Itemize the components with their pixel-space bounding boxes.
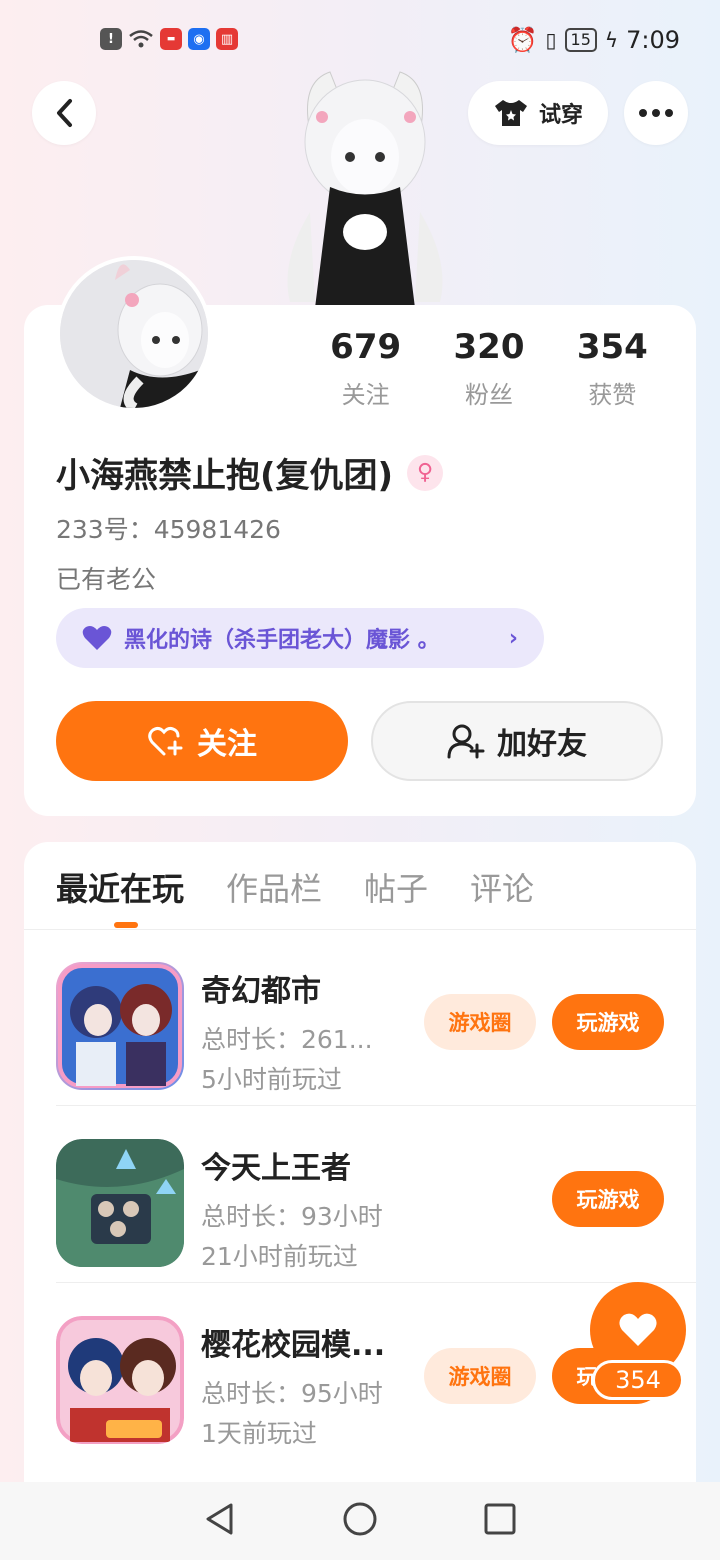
more-dot-icon	[639, 109, 647, 117]
nickname: 小海燕禁止抱(复仇团)	[56, 456, 394, 496]
stats-row: 679 关注 320 粉丝 354 获赞	[304, 327, 674, 410]
add-friend-label: 加好友	[497, 727, 587, 762]
nav-back-button[interactable]	[203, 1501, 237, 1541]
try-on-label: 试穿	[538, 103, 583, 128]
tab-comments[interactable]: 评论	[470, 864, 534, 910]
more-options-button[interactable]	[624, 81, 688, 145]
row-divider	[56, 1105, 696, 1106]
nickname-row: 小海燕禁止抱(复仇团) ♀	[56, 448, 444, 497]
stat-value: 354	[576, 327, 648, 367]
more-dot-icon	[665, 109, 673, 117]
signature: 已有老公	[56, 565, 157, 594]
app-notification-icon: ▬	[160, 28, 182, 50]
heart-plus-icon	[148, 726, 183, 756]
tab-works[interactable]: 作品栏	[226, 864, 322, 910]
game-row[interactable]: 奇幻都市 总时长：261... 5小时前玩过 游戏圈 玩游戏	[56, 930, 696, 1106]
battery-level: 15	[564, 28, 597, 52]
bulb-icon: ◉	[188, 28, 210, 50]
stat-label: 获赞	[588, 381, 637, 409]
game-playtime: 总时长：261...	[201, 1025, 373, 1054]
tab-recently-played[interactable]: 最近在玩	[56, 864, 184, 910]
back-arrow-icon	[57, 99, 72, 127]
triangle-back-icon	[206, 1503, 233, 1535]
tab-bar: 最近在玩 作品栏 帖子 评论	[56, 864, 534, 910]
try-on-button[interactable]: 试穿	[468, 81, 608, 145]
book-icon: ▥	[216, 28, 238, 50]
stat-label: 关注	[341, 381, 390, 409]
game-playtime: 总时长：93小时	[201, 1202, 383, 1231]
system-nav-bar	[0, 1482, 720, 1560]
follow-button[interactable]: 关注	[56, 701, 348, 781]
game-name: 今天上王者	[201, 1151, 351, 1186]
add-user-icon	[447, 724, 485, 759]
active-tab-indicator	[114, 922, 138, 928]
nav-home-button[interactable]	[342, 1501, 378, 1541]
game-circle-button[interactable]: 游戏圈	[424, 1348, 536, 1404]
game-last-played: 1天前玩过	[201, 1419, 317, 1448]
alert-icon: !	[100, 28, 122, 50]
follow-label: 关注	[197, 727, 257, 762]
circle-home-icon	[343, 1502, 377, 1536]
stat-label: 粉丝	[464, 381, 513, 409]
game-name: 樱花校园模...	[201, 1328, 386, 1363]
female-gender-icon: ♀	[407, 454, 444, 491]
chevron-right-icon: ›	[508, 625, 518, 651]
stat-following[interactable]: 679 关注	[304, 327, 427, 410]
avatar-model-image	[270, 62, 460, 308]
play-game-button[interactable]: 玩游戏	[552, 1171, 664, 1227]
game-last-played: 21小时前玩过	[201, 1242, 358, 1271]
stat-likes[interactable]: 354 获赞	[551, 327, 674, 410]
stat-value: 320	[453, 327, 525, 367]
relationship-label: 黑化的诗（杀手团老大）魔影 。	[124, 628, 440, 653]
charging-icon: ϟ	[604, 28, 619, 52]
row-divider	[56, 1282, 696, 1283]
add-friend-button[interactable]: 加好友	[371, 701, 663, 781]
like-count-badge: 354	[592, 1360, 684, 1400]
play-game-button[interactable]: 玩游戏	[552, 994, 664, 1050]
more-dot-icon	[652, 109, 660, 117]
game-icon	[56, 1139, 184, 1267]
game-icon	[56, 1316, 184, 1444]
stat-fans[interactable]: 320 粉丝	[427, 327, 550, 410]
game-row[interactable]: 今天上王者 总时长：93小时 21小时前玩过 玩游戏	[56, 1107, 696, 1283]
tshirt-icon	[494, 100, 527, 126]
vibrate-icon: ▯	[545, 28, 557, 52]
square-recents-icon	[484, 1503, 516, 1535]
wifi-icon	[128, 28, 154, 50]
nav-recents-button[interactable]	[483, 1502, 517, 1540]
relationship-tag[interactable]: 黑化的诗（杀手团老大）魔影 。 ›	[56, 608, 544, 668]
game-last-played: 5小时前玩过	[201, 1065, 342, 1094]
back-button[interactable]	[32, 81, 96, 145]
game-circle-button[interactable]: 游戏圈	[424, 994, 536, 1050]
user-id: 233号：45981426	[56, 515, 281, 544]
game-name: 奇幻都市	[201, 974, 321, 1009]
status-left-icons: ! ▬ ◉ ▥	[100, 28, 238, 50]
stat-value: 679	[330, 327, 402, 367]
alarm-icon: ⏰	[507, 26, 538, 54]
avatar[interactable]	[56, 256, 212, 412]
clock: 7:09	[626, 26, 680, 54]
heart-icon	[82, 626, 112, 650]
status-right-icons: ⏰ ▯ 15 ϟ 7:09	[508, 26, 680, 54]
heart-icon	[619, 1313, 657, 1346]
tab-posts[interactable]: 帖子	[364, 864, 428, 910]
game-playtime: 总时长：95小时	[201, 1379, 383, 1408]
game-icon	[56, 962, 184, 1090]
